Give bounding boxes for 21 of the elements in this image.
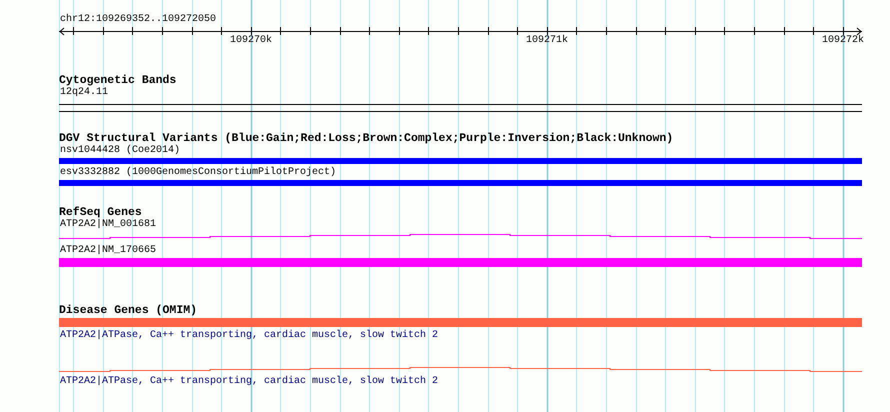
feature-label[interactable]: 12q24.11 xyxy=(60,87,108,99)
tick-label: 109270k xyxy=(230,35,272,47)
feature-label[interactable]: ATP2A2|NM_170665 xyxy=(60,245,156,257)
track-title: Disease Genes (OMIM) xyxy=(59,304,198,317)
track-title: DGV Structural Variants (Blue:Gain;Red:Loss;Brown:Complex;Purple:Inversion;Black:Unknown) xyxy=(59,132,674,145)
transcript-line[interactable] xyxy=(59,367,862,372)
feature-bar[interactable] xyxy=(59,180,862,186)
feature-bar[interactable] xyxy=(59,318,862,327)
feature-label[interactable]: esv3332882 (1000GenomesConsortiumPilotProject) xyxy=(60,167,336,179)
track-title: Cytogenetic Bands xyxy=(59,74,176,87)
feature-label[interactable]: ATP2A2|ATPase, Ca++ transporting, cardiac muscle, slow twitch 2 xyxy=(60,330,438,342)
tick-label: 109271k xyxy=(526,35,568,47)
track-title: RefSeq Genes xyxy=(59,206,142,219)
tick-label: 109272k xyxy=(822,35,864,47)
feature-label[interactable]: ATP2A2|ATPase, Ca++ transporting, cardiac muscle, slow twitch 2 xyxy=(60,376,438,388)
feature-bar[interactable] xyxy=(59,158,862,164)
feature-bar[interactable] xyxy=(59,258,862,267)
transcript-line[interactable] xyxy=(59,234,862,239)
position-range: chr12:109269352..109272050 xyxy=(60,14,216,26)
feature-label[interactable]: nsv1044428 (Coe2014) xyxy=(60,145,180,157)
feature-label[interactable]: ATP2A2|NM_001681 xyxy=(60,219,156,231)
